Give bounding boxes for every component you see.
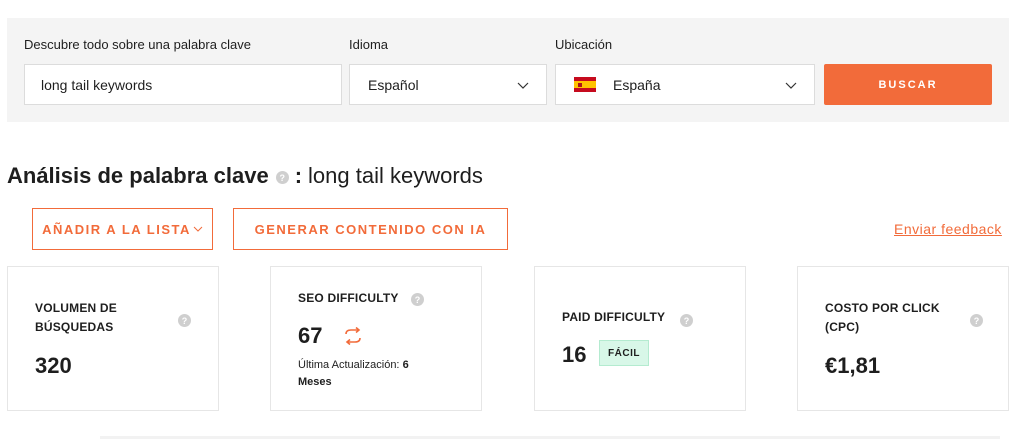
search-button[interactable]: BUSCAR [824,64,992,105]
keyword-label: Descubre todo sobre una palabra clave [24,37,251,52]
add-to-list-label: AÑADIR A LA LISTA [42,221,191,237]
paid-difficulty-label: PAID DIFFICULTY [562,310,666,324]
refresh-icon[interactable] [343,327,363,345]
keyword-input-value: long tail keywords [41,76,153,93]
seo-difficulty-card: SEO DIFFICULTY ? 67 Última Actualización… [270,266,482,411]
paid-difficulty-value: 16 [562,342,587,367]
generate-ai-content-button[interactable]: GENERAR CONTENIDO CON IA [233,208,508,250]
last-updated-text: Última Actualización: 6 Meses [298,359,409,388]
help-icon[interactable]: ? [275,171,289,184]
paid-difficulty-card: PAID DIFFICULTY ? 16 FÁCIL [534,266,746,411]
search-volume-value: 320 [35,353,72,378]
cpc-value: €1,81 [825,353,881,378]
difficulty-badge: FÁCIL [599,340,649,366]
language-select[interactable]: Español [349,64,547,105]
add-to-list-button[interactable]: AÑADIR A LA LISTA [32,208,213,250]
help-icon[interactable]: ? [178,314,191,327]
location-select-value: España [613,76,661,93]
analysis-title-label: Análisis de palabra clave [7,163,269,188]
analysis-keyword: long tail keywords [308,163,483,188]
help-icon[interactable]: ? [680,314,693,327]
help-icon[interactable]: ? [411,293,424,306]
help-icon[interactable]: ? [970,314,983,327]
language-label: Idioma [349,37,389,52]
location-label: Ubicación [555,37,613,52]
search-volume-card: VOLUMEN DE BÚSQUEDAS ? 320 [7,266,219,411]
cpc-card: COSTO POR CLICK (CPC) ? €1,81 [797,266,1009,411]
search-panel: Descubre todo sobre una palabra clave Id… [7,18,1009,122]
chevron-down-icon [193,226,203,232]
keyword-input[interactable]: long tail keywords [24,64,342,105]
send-feedback-link[interactable]: Enviar feedback [894,221,1002,237]
title-separator: : [294,163,303,188]
location-select[interactable]: España [555,64,815,105]
chevron-down-icon [785,82,797,89]
chevron-down-icon [517,82,529,89]
seo-difficulty-value: 67 [298,323,323,348]
cpc-label: COSTO POR CLICK (CPC) [825,301,940,334]
page-title: Análisis de palabra clave ? : long tail … [7,163,483,189]
language-select-value: Español [368,76,419,93]
spain-flag-icon [574,77,596,92]
seo-difficulty-label: SEO DIFFICULTY [298,291,399,305]
search-volume-label: VOLUMEN DE BÚSQUEDAS [35,301,118,334]
